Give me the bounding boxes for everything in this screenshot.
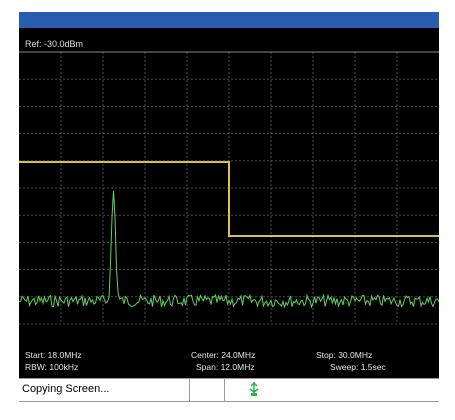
center-frequency: Center: 24.0MHz [191, 350, 256, 360]
status-divider [224, 379, 225, 401]
analyzer-screen: Ref: -30.0dBm Start: 18.0MHz Center: 24.… [19, 28, 439, 378]
sweep-setting: Sweep: 1.5sec [330, 362, 386, 372]
usb-storage-icon [248, 381, 260, 402]
limit-line [19, 161, 439, 237]
status-divider [189, 379, 190, 401]
status-message: Copying Screen... [22, 383, 110, 395]
title-bar [19, 12, 439, 28]
spectrum-plot [19, 51, 439, 325]
status-bar: Copying Screen... [19, 378, 439, 402]
rbw-setting: RBW: 100kHz [25, 362, 79, 372]
stop-frequency: Stop: 30.0MHz [316, 350, 373, 360]
span-setting: Span: 12.0MHz [196, 362, 255, 372]
analyzer-footer: Start: 18.0MHz Center: 24.0MHz Stop: 30.… [19, 348, 439, 378]
start-frequency: Start: 18.0MHz [25, 350, 82, 360]
